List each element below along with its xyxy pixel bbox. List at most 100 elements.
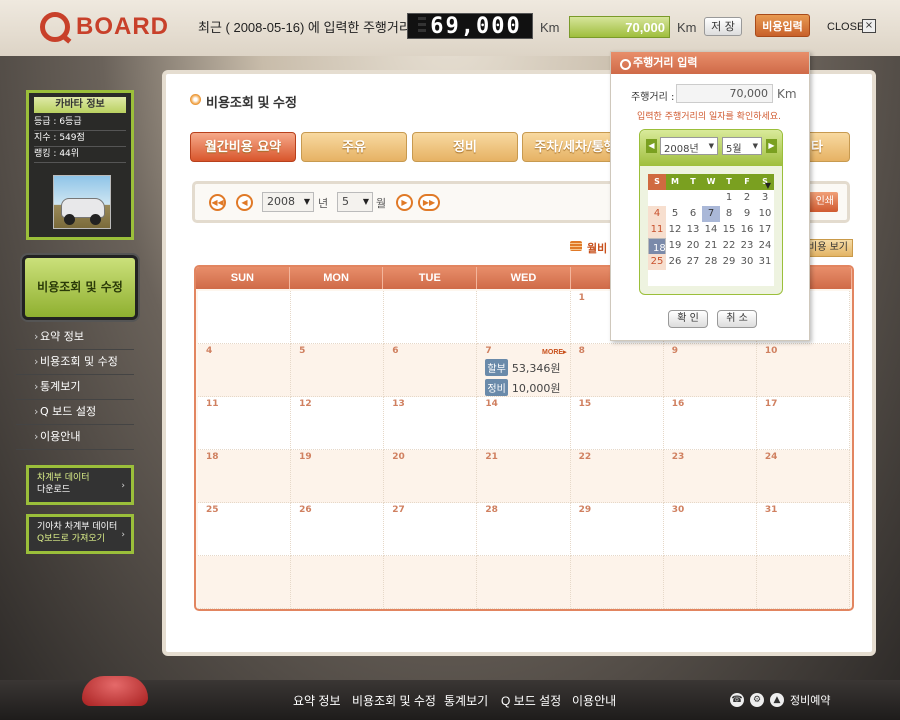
calendar-day-cell[interactable]: 30 <box>663 503 757 556</box>
cancel-button[interactable]: 취 소 <box>717 310 757 328</box>
cost-input-button[interactable]: 비용입력 <box>755 14 810 37</box>
current-menu-button[interactable]: 비용조회 및 수정 <box>22 255 138 320</box>
calendar-day-cell[interactable]: 18 <box>198 450 292 503</box>
mini-day[interactable]: 13 <box>684 222 702 238</box>
sidebar-item-summary[interactable]: 요약 정보 <box>16 325 134 350</box>
day-number: 27 <box>392 505 405 515</box>
mileage-input[interactable]: 70,000 <box>569 16 670 38</box>
calendar-day-cell[interactable]: 20 <box>384 450 478 503</box>
mini-day[interactable]: 29 <box>720 254 738 270</box>
calendar-day-cell[interactable]: 8 <box>570 344 664 397</box>
service-reservation[interactable]: ☎ ⚙ ▲ 정비예약 <box>730 692 830 708</box>
calendar-day-cell[interactable]: 31 <box>756 503 850 556</box>
footer-link-cost-edit[interactable]: 비용조회 및 수정 <box>352 692 436 709</box>
calendar-day-cell[interactable]: 12 <box>291 397 385 450</box>
calendar-day-cell[interactable]: 28 <box>477 503 571 556</box>
mini-day[interactable]: 15 <box>720 222 738 238</box>
mini-day[interactable]: 16 <box>738 222 756 238</box>
calendar-day-cell[interactable]: 4 <box>198 344 292 397</box>
mini-day[interactable]: 6 <box>684 206 702 222</box>
mini-day[interactable]: 25 <box>648 254 666 270</box>
cost-entry[interactable]: 할부 53,346원 <box>485 359 569 376</box>
mini-day[interactable]: 21 <box>702 238 720 254</box>
calendar-day-cell[interactable]: 27 <box>384 503 478 556</box>
mini-day[interactable]: 14 <box>702 222 720 238</box>
calendar-day-cell[interactable]: 23 <box>663 450 757 503</box>
footer-link-guide[interactable]: 이용안내 <box>572 692 616 709</box>
prev-month-icon[interactable]: ◀ <box>236 194 253 211</box>
tab-maintenance[interactable]: 정비 <box>412 132 518 162</box>
mini-day[interactable]: 26 <box>666 254 684 270</box>
tab-monthly-summary[interactable]: 월간비용 요약 <box>190 132 296 162</box>
calendar-day-cell[interactable]: 10 <box>756 344 850 397</box>
more-link[interactable]: MORE▸ <box>542 348 567 356</box>
calendar-day-cell[interactable]: 13 <box>384 397 478 450</box>
close-label[interactable]: CLOSE <box>827 21 864 33</box>
mini-day[interactable]: 23 <box>738 238 756 254</box>
download-data-button[interactable]: 차계부 데이터 다운로드 › <box>26 465 134 505</box>
calendar-day-cell[interactable]: 26 <box>291 503 385 556</box>
sidebar-item-stats[interactable]: 통계보기 <box>16 375 134 400</box>
calendar-day-cell[interactable]: 16 <box>663 397 757 450</box>
popup-mileage-input[interactable]: 70,000 <box>676 84 773 103</box>
close-icon[interactable]: × <box>862 19 876 33</box>
mini-day[interactable]: 30 <box>738 254 756 270</box>
save-button[interactable]: 저 장 <box>704 17 742 36</box>
year-select[interactable]: 2008 <box>262 192 314 212</box>
mini-day[interactable]: 10 <box>756 206 774 222</box>
mini-day[interactable]: 27 <box>684 254 702 270</box>
sidebar-item-settings[interactable]: Q 보드 설정 <box>16 400 134 425</box>
calendar-day-cell[interactable]: 22 <box>570 450 664 503</box>
import-data-button[interactable]: 기아차 차계부 데이터 Q보드로 가져오기 › <box>26 514 134 554</box>
mini-day[interactable]: 4 <box>648 206 666 222</box>
footer-link-summary[interactable]: 요약 정보 <box>293 692 341 709</box>
mini-day[interactable]: 7 <box>702 206 720 222</box>
next-year-icon[interactable]: ▶▶ <box>418 194 440 211</box>
mini-month-select[interactable]: 5월 <box>722 137 762 155</box>
next-month-icon[interactable]: ▶ <box>396 194 413 211</box>
footer-link-settings[interactable]: Q 보드 설정 <box>501 692 561 709</box>
mini-day[interactable]: 5 <box>666 206 684 222</box>
mini-day[interactable]: 19 <box>666 238 684 254</box>
mini-day[interactable]: 8 <box>720 206 738 222</box>
calendar-day-cell[interactable]: 15 <box>570 397 664 450</box>
mini-day[interactable]: 22 <box>720 238 738 254</box>
q-board-logo[interactable]: BOARD <box>40 12 169 42</box>
mini-day[interactable]: 28 <box>702 254 720 270</box>
monthly-cost-label[interactable]: 월비 <box>570 240 607 256</box>
mini-year-select[interactable]: 2008년 <box>660 137 718 155</box>
calendar-day-cell[interactable]: 7 MORE▸ 할부 53,346원 정비 10,000원 <box>477 344 571 397</box>
mini-prev-icon[interactable]: ◀ <box>646 139 657 153</box>
calendar-day-cell[interactable]: 11 <box>198 397 292 450</box>
mini-day[interactable]: 31 <box>756 254 774 270</box>
mini-day[interactable]: 9 <box>738 206 756 222</box>
cost-entry[interactable]: 정비 10,000원 <box>485 379 569 396</box>
confirm-button[interactable]: 확 인 <box>668 310 708 328</box>
calendar-day-cell[interactable]: 9 <box>663 344 757 397</box>
print-button[interactable]: 인쇄 <box>806 192 838 212</box>
mini-weekday: M <box>666 174 684 190</box>
calendar-day-cell[interactable]: 5 <box>291 344 385 397</box>
mini-day[interactable]: 2 <box>738 190 756 206</box>
mini-day[interactable]: 24 <box>756 238 774 254</box>
mini-day[interactable]: 12 <box>666 222 684 238</box>
month-select[interactable]: 5 <box>337 192 373 212</box>
prev-year-icon[interactable]: ◀◀ <box>209 194 226 211</box>
mini-day[interactable]: 20 <box>684 238 702 254</box>
sidebar-item-cost-edit[interactable]: 비용조회 및 수정 <box>16 350 134 375</box>
calendar-day-cell[interactable]: 29 <box>570 503 664 556</box>
calendar-day-cell[interactable]: 17 <box>756 397 850 450</box>
tab-fuel[interactable]: 주유 <box>301 132 407 162</box>
mini-day[interactable]: 1 <box>720 190 738 206</box>
mini-day[interactable]: 11 <box>648 222 666 238</box>
calendar-day-cell[interactable]: 21 <box>477 450 571 503</box>
calendar-day-cell[interactable]: 19 <box>291 450 385 503</box>
footer-link-stats[interactable]: 통계보기 <box>444 692 488 709</box>
calendar-day-cell[interactable]: 24 <box>756 450 850 503</box>
mini-next-icon[interactable]: ▶ <box>766 139 777 153</box>
mini-day[interactable]: 17 <box>756 222 774 238</box>
calendar-day-cell[interactable]: 25 <box>198 503 292 556</box>
sidebar-item-guide[interactable]: 이용안내 <box>16 425 134 450</box>
calendar-day-cell[interactable]: 14 <box>477 397 571 450</box>
calendar-day-cell[interactable]: 6 <box>384 344 478 397</box>
